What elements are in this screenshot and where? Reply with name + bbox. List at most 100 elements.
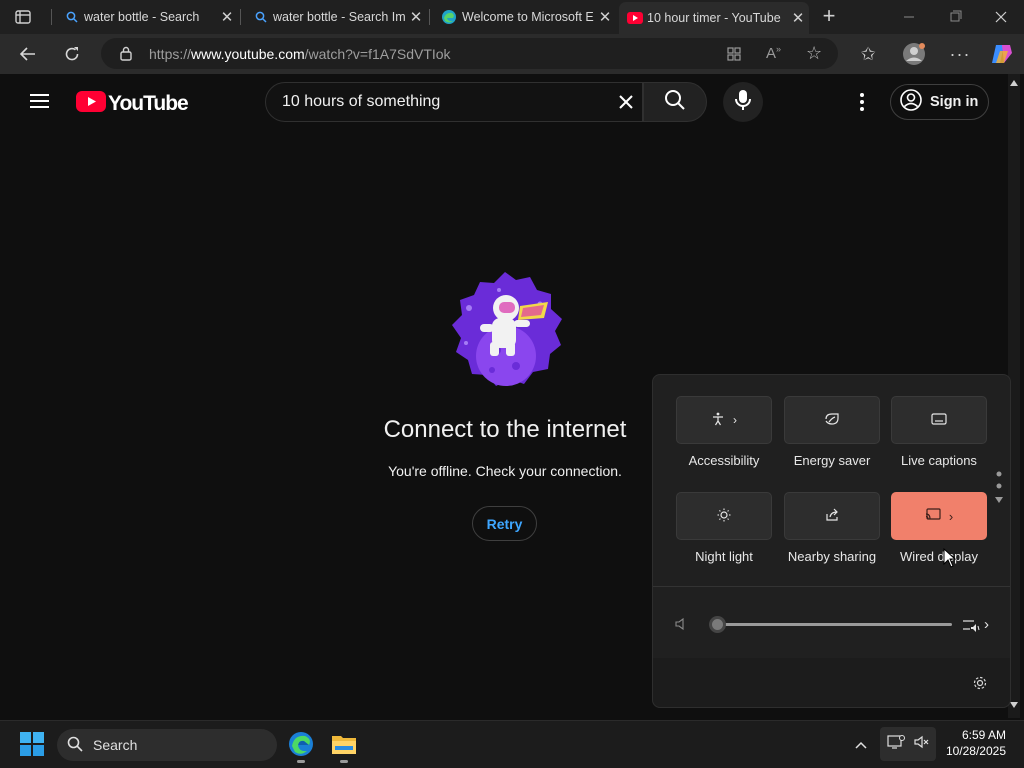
search-input[interactable]: 10 hours of something <box>265 82 643 122</box>
night-light-icon <box>717 508 731 525</box>
edge-taskbar-icon[interactable] <box>288 731 314 762</box>
tab-actions-icon[interactable] <box>14 8 32 26</box>
wired-display-icon <box>925 508 941 524</box>
live-captions-icon <box>931 412 947 428</box>
youtube-logo[interactable]: YouTube <box>76 91 189 117</box>
volume-slider-track[interactable] <box>717 623 952 626</box>
close-window-button[interactable] <box>992 9 1010 25</box>
read-aloud-icon[interactable]: A» <box>766 44 781 62</box>
search-icon <box>60 11 84 23</box>
system-tray-status[interactable] <box>880 727 936 761</box>
taskbar-clock[interactable]: 6:59 AM 10/28/2025 <box>936 727 1006 759</box>
wired-display-toggle[interactable]: › <box>891 492 987 540</box>
retry-button[interactable]: Retry <box>472 506 537 541</box>
live-captions-label: Live captions <box>901 453 977 468</box>
tab-welcome-edge[interactable]: Welcome to Microsoft E ✕ <box>434 0 616 34</box>
chevron-right-icon[interactable]: › <box>984 616 989 633</box>
start-button[interactable] <box>20 732 44 761</box>
sign-in-label: Sign in <box>930 94 979 110</box>
live-captions-toggle[interactable] <box>891 396 987 444</box>
close-icon[interactable]: ✕ <box>594 8 616 26</box>
mouse-cursor-icon <box>943 547 957 573</box>
search-icon <box>67 736 83 755</box>
refresh-button[interactable] <box>58 40 86 68</box>
taskbar-search-label: Search <box>93 737 138 753</box>
minimize-button[interactable] <box>900 9 918 25</box>
close-icon[interactable]: ✕ <box>216 8 238 26</box>
youtube-play-icon <box>76 91 106 117</box>
profile-avatar-icon[interactable] <box>900 40 928 68</box>
quick-settings-pager[interactable] <box>994 470 1004 508</box>
browser-toolbar: https://www.youtube.com/watch?v=f1A7SdVT… <box>0 34 1024 74</box>
show-hidden-icons-chevron-icon[interactable] <box>854 737 868 755</box>
audio-output-icon[interactable]: › <box>962 616 989 633</box>
account-icon <box>900 89 922 115</box>
back-button[interactable] <box>14 40 42 68</box>
night-light-toggle[interactable] <box>676 492 772 540</box>
search-input-value: 10 hours of something <box>282 93 441 110</box>
more-menu-icon[interactable]: ··· <box>946 40 974 68</box>
tab-youtube-timer[interactable]: 10 hour timer - YouTube ✕ <box>619 2 809 34</box>
edge-running-indicator <box>297 760 305 763</box>
copilot-icon[interactable] <box>988 40 1016 68</box>
new-tab-button[interactable]: + <box>818 5 840 27</box>
accessibility-toggle[interactable]: › <box>676 396 772 444</box>
network-disconnected-icon <box>887 734 905 755</box>
tab-water-bottle-images[interactable]: water bottle - Search Im ✕ <box>245 0 427 34</box>
quick-settings-footer <box>653 658 1010 707</box>
volume-muted-icon <box>913 735 929 754</box>
app-available-icon[interactable] <box>726 46 742 67</box>
volume-muted-icon[interactable] <box>674 617 688 636</box>
energy-saver-label: Energy saver <box>793 453 871 468</box>
quick-settings-divider <box>653 586 1010 587</box>
chevron-right-icon[interactable]: › <box>949 509 953 524</box>
clock-date: 10/28/2025 <box>945 744 1006 758</box>
lock-icon[interactable] <box>119 45 133 66</box>
taskbar-search[interactable]: Search <box>57 729 277 761</box>
menu-hamburger-icon[interactable] <box>30 93 50 109</box>
url-domain: www.youtube.com <box>191 46 305 62</box>
favorite-star-icon[interactable]: ☆ <box>806 44 822 62</box>
volume-slider-thumb[interactable] <box>709 616 726 633</box>
wired-display-label: Wired display <box>899 549 979 564</box>
nearby-sharing-toggle[interactable] <box>784 492 880 540</box>
tab-title: water bottle - Search Im <box>273 10 405 24</box>
tab-strip: water bottle - Search ✕ water bottle - S… <box>0 0 1024 34</box>
edge-icon <box>436 9 462 25</box>
youtube-icon <box>623 12 647 24</box>
restore-button[interactable] <box>946 9 964 25</box>
nearby-sharing-label: Nearby sharing <box>787 549 877 564</box>
sign-in-button[interactable]: Sign in <box>890 84 989 120</box>
search-icon <box>664 89 686 116</box>
clear-search-icon[interactable] <box>618 94 634 115</box>
tab-title: water bottle - Search <box>84 10 200 24</box>
chevron-right-icon[interactable]: › <box>733 413 737 427</box>
close-icon[interactable]: ✕ <box>405 8 427 26</box>
night-light-label: Night light <box>695 549 753 564</box>
nearby-sharing-icon <box>825 508 839 525</box>
settings-gear-icon[interactable] <box>972 675 988 696</box>
close-icon[interactable]: ✕ <box>787 9 809 27</box>
youtube-logo-text: YouTube <box>108 92 189 115</box>
file-explorer-icon[interactable] <box>331 732 357 761</box>
search-button[interactable] <box>643 82 707 122</box>
search-icon <box>249 11 273 23</box>
tab-title: Welcome to Microsoft E <box>462 10 594 24</box>
favorites-icon[interactable]: ✩ <box>854 40 882 68</box>
offline-astronaut-illustration <box>444 268 566 390</box>
accessibility-icon <box>711 412 725 429</box>
energy-saver-icon <box>824 412 840 429</box>
url-text[interactable]: https://www.youtube.com/watch?v=f1A7SdVT… <box>149 46 451 62</box>
tab-water-bottle-search[interactable]: water bottle - Search ✕ <box>56 0 238 34</box>
url-path: /watch?v=f1A7SdVTIok <box>304 46 451 62</box>
voice-search-button[interactable] <box>723 82 763 122</box>
clock-time: 6:59 AM <box>961 728 1006 742</box>
url-prefix: https:// <box>149 46 192 62</box>
accessibility-label: Accessibility <box>688 453 760 468</box>
address-bar[interactable]: https://www.youtube.com/watch?v=f1A7SdVT… <box>101 38 838 69</box>
energy-saver-toggle[interactable] <box>784 396 880 444</box>
microphone-icon <box>734 89 752 116</box>
tab-title: 10 hour timer - YouTube <box>647 11 781 25</box>
explorer-running-indicator <box>340 760 348 763</box>
settings-kebab-icon[interactable] <box>858 92 866 112</box>
